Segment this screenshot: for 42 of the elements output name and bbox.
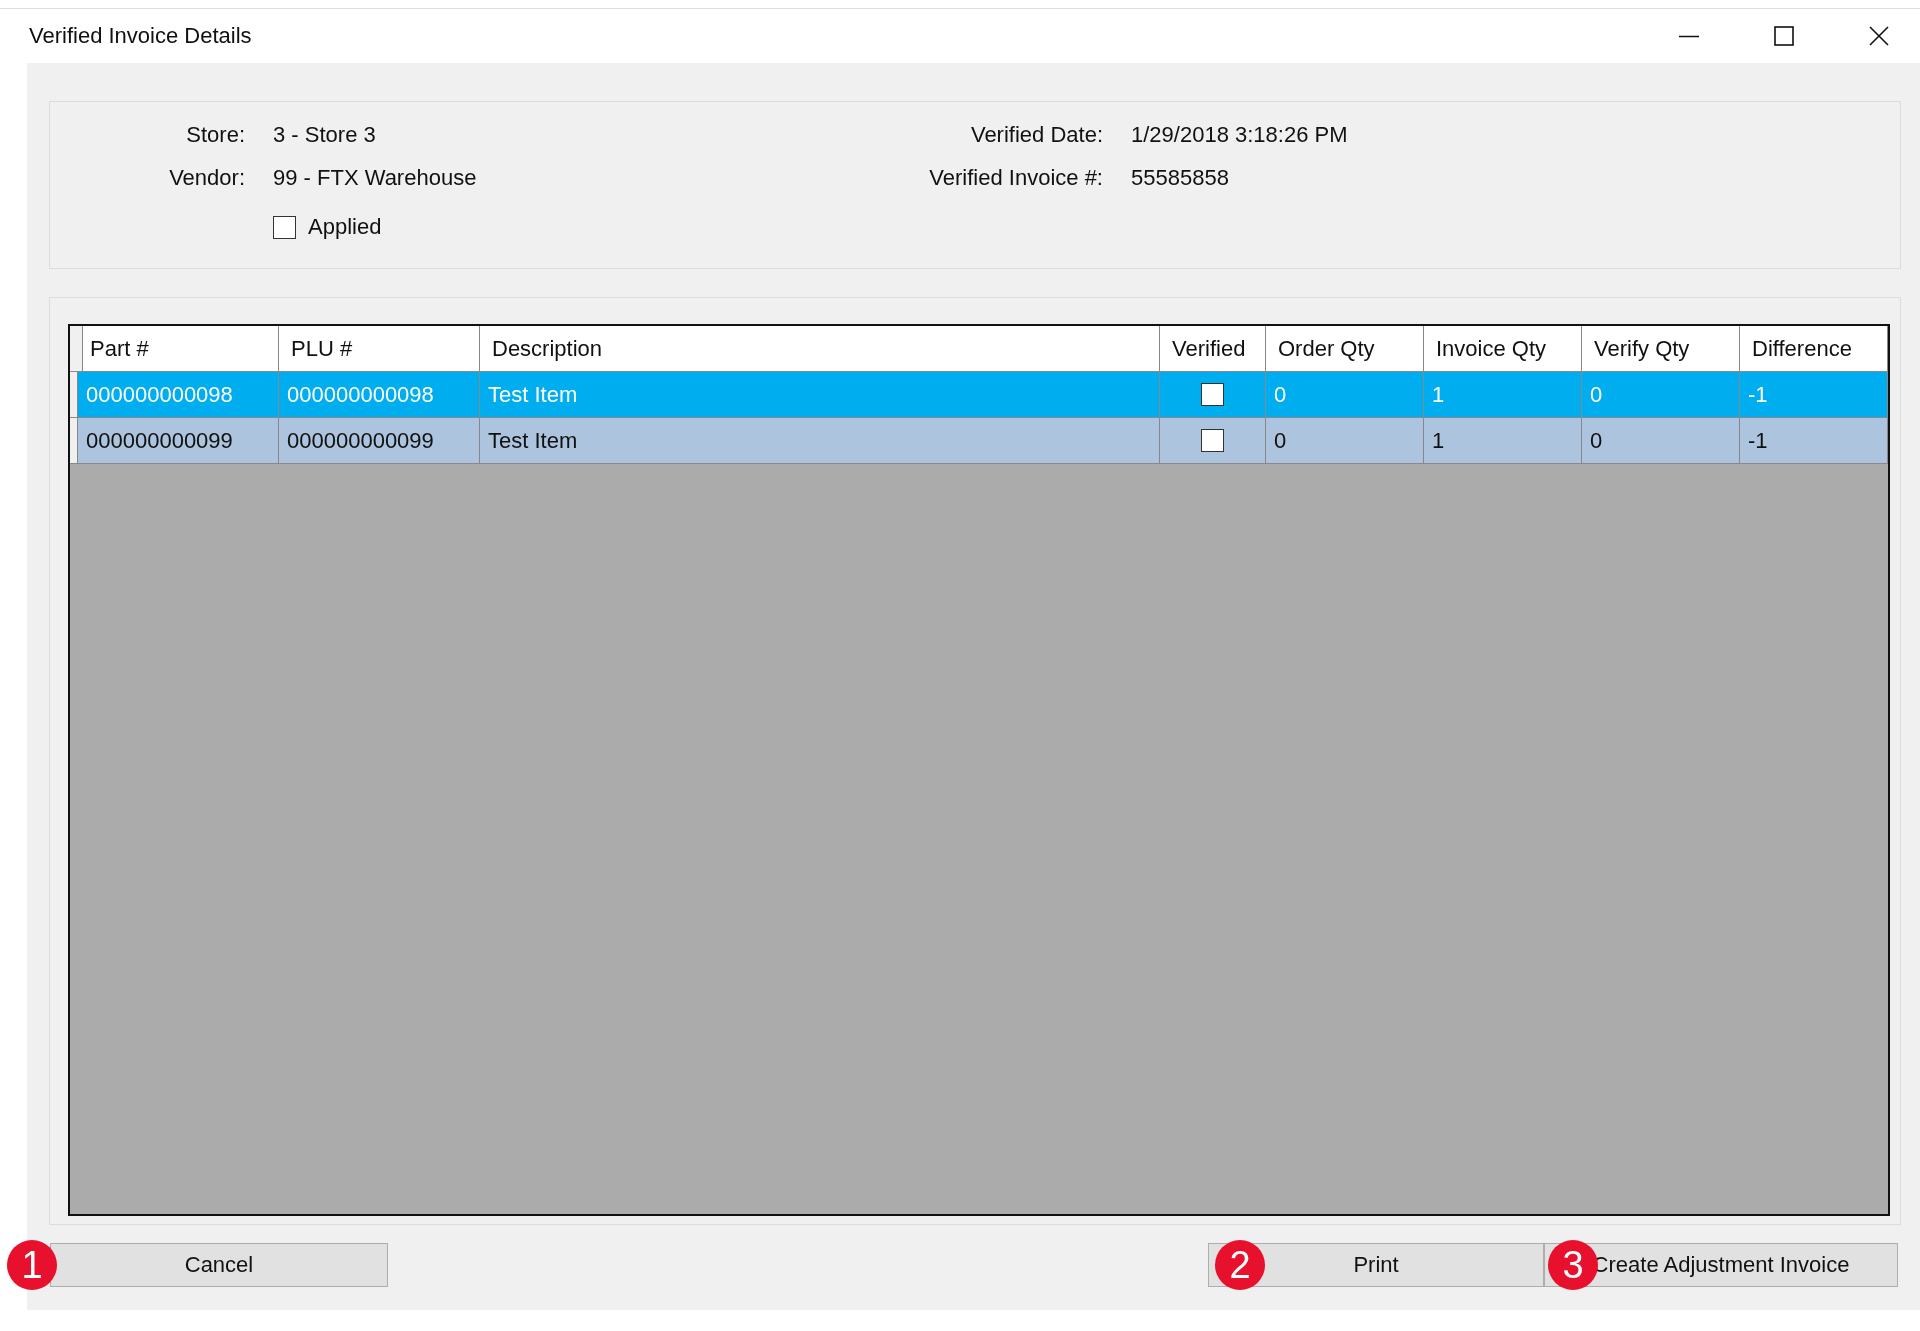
field-label: Verified Date: (969, 122, 1103, 148)
column-header[interactable]: PLU # (279, 326, 480, 371)
column-header[interactable]: Difference (1740, 326, 1888, 371)
window-title: Verified Invoice Details (29, 23, 252, 49)
table-cell: 000000000098 (279, 372, 480, 417)
table-cell: 0 (1266, 418, 1424, 463)
table-cell: 000000000099 (78, 418, 279, 463)
table-cell: 0 (1582, 372, 1740, 417)
table-cell: 0 (1582, 418, 1740, 463)
field-value: 55585858 (1131, 165, 1230, 191)
callout-badge: 1 (7, 1240, 57, 1290)
table-cell: 000000000099 (279, 418, 480, 463)
table-cell: Test Item (480, 372, 1160, 417)
field-label: Verified Invoice #: (928, 165, 1103, 191)
table-row[interactable]: 000000000099 000000000099 Test Item 0 1 0 -1 (70, 418, 1888, 464)
row-header[interactable] (70, 372, 78, 417)
applied-checkbox[interactable] (273, 215, 296, 239)
close-icon[interactable] (1869, 26, 1889, 46)
table-cell: Test Item (480, 418, 1160, 463)
checkbox-label: Applied (308, 214, 382, 240)
table-cell: 1 (1424, 372, 1582, 417)
verified-checkbox[interactable] (1201, 429, 1224, 452)
column-header[interactable]: Part # (78, 326, 279, 371)
table-cell: -1 (1740, 372, 1888, 417)
maximize-icon[interactable] (1774, 26, 1794, 46)
table-cell: -1 (1740, 418, 1888, 463)
column-header[interactable]: Order Qty (1266, 326, 1424, 371)
column-header[interactable]: Verify Qty (1582, 326, 1740, 371)
table-cell: 0 (1266, 372, 1424, 417)
field-label: Store: (185, 122, 245, 148)
verified-checkbox[interactable] (1201, 383, 1224, 406)
field-label: Vendor: (168, 165, 245, 191)
table-cell: 000000000098 (78, 372, 279, 417)
field-value: 1/29/2018 3:18:26 PM (1131, 122, 1349, 148)
table-cell: 1 (1424, 418, 1582, 463)
cancel-button[interactable]: Cancel (50, 1243, 388, 1287)
column-header[interactable]: Verified (1160, 326, 1266, 371)
field-value: 3 - Store 3 (273, 122, 377, 148)
field-value: 99 - FTX Warehouse (273, 165, 478, 191)
row-header[interactable] (70, 418, 78, 463)
column-header[interactable]: Invoice Qty (1424, 326, 1582, 371)
column-header[interactable]: Description (480, 326, 1160, 371)
